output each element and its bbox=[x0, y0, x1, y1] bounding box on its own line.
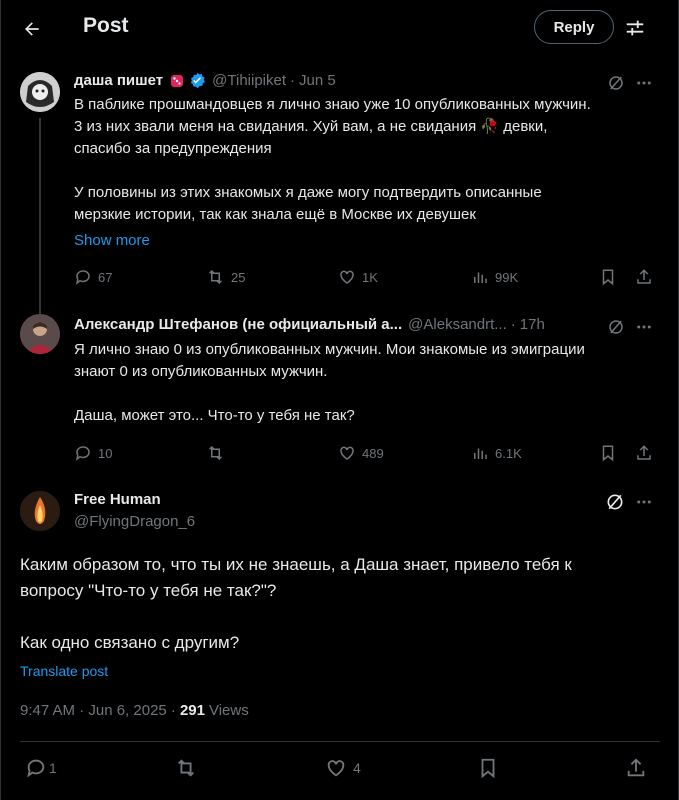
repost-count: 25 bbox=[231, 269, 246, 285]
translate-post-link[interactable]: Translate post bbox=[20, 663, 108, 679]
reply-icon bbox=[75, 446, 90, 461]
reply-action[interactable]: 67 bbox=[74, 268, 112, 286]
heart-icon bbox=[327, 760, 345, 777]
heart-icon bbox=[340, 446, 354, 460]
avatar[interactable] bbox=[20, 72, 60, 112]
views-chart-icon bbox=[474, 448, 487, 459]
reply-count: 67 bbox=[98, 269, 113, 285]
tweet-date[interactable]: Jun 5 bbox=[299, 72, 336, 89]
page-title: Post bbox=[83, 14, 129, 37]
post-timestamp[interactable]: 9:47 AM · Jun 6, 2025 · bbox=[20, 702, 176, 719]
filter-sliders-icon[interactable] bbox=[621, 14, 649, 42]
tweet2-header: Александр Штефанов (не официальный а... … bbox=[74, 316, 545, 333]
views-chart-icon bbox=[474, 272, 487, 283]
repost-icon bbox=[208, 445, 223, 461]
like-action[interactable]: 4 bbox=[325, 757, 361, 779]
die-emoji-icon bbox=[169, 73, 185, 89]
author-handle[interactable]: @Aleksandrt... bbox=[408, 316, 507, 333]
author-name[interactable]: Александр Штефанов (не официальный а... bbox=[74, 316, 402, 333]
like-action[interactable]: 1K bbox=[338, 268, 378, 286]
separator-dot: · bbox=[510, 316, 516, 333]
more-options-icon[interactable] bbox=[633, 72, 655, 94]
post-views-label: Views bbox=[208, 702, 249, 719]
reply-count: 1 bbox=[49, 760, 57, 776]
separator-dot: · bbox=[290, 72, 296, 89]
reply-action[interactable]: 10 bbox=[74, 444, 112, 462]
views-action[interactable]: 99K bbox=[471, 268, 518, 286]
repost-icon bbox=[208, 269, 223, 285]
bookmark-icon[interactable] bbox=[477, 757, 499, 779]
bookmark-icon[interactable] bbox=[599, 444, 617, 462]
reply-icon bbox=[27, 759, 45, 778]
reply-count: 10 bbox=[98, 445, 113, 461]
reply-action[interactable]: 1 bbox=[25, 757, 57, 779]
views-count: 99K bbox=[495, 269, 519, 285]
repost-action[interactable] bbox=[206, 444, 231, 462]
verified-badge-icon bbox=[189, 72, 206, 89]
share-icon[interactable] bbox=[635, 444, 653, 462]
grok-icon[interactable] bbox=[605, 72, 627, 94]
tweet1-header: даша пишет @Tihiipiket · Jun 5 bbox=[74, 72, 336, 89]
reply-button[interactable]: Reply bbox=[534, 10, 614, 44]
like-count: 4 bbox=[353, 760, 361, 776]
author-handle[interactable]: @Tihiipiket bbox=[212, 72, 286, 89]
share-icon[interactable] bbox=[625, 757, 647, 779]
avatar[interactable] bbox=[20, 314, 60, 354]
grok-icon[interactable] bbox=[603, 490, 627, 514]
header: Post Reply bbox=[1, 0, 679, 56]
share-icon[interactable] bbox=[635, 268, 653, 286]
tweet-date[interactable]: 17h bbox=[520, 316, 545, 333]
main-post-text: Каким образом то, что ты их не знаешь, а… bbox=[20, 555, 572, 652]
thread-line bbox=[39, 118, 41, 314]
repost-action[interactable] bbox=[174, 757, 204, 779]
back-arrow-icon[interactable] bbox=[15, 12, 49, 46]
like-action[interactable]: 489 bbox=[338, 444, 384, 462]
more-options-icon[interactable] bbox=[633, 490, 655, 514]
post-meta: 9:47 AM · Jun 6, 2025 · 291 Views bbox=[20, 702, 249, 719]
author-handle[interactable]: @FlyingDragon_6 bbox=[74, 513, 195, 530]
repost-icon bbox=[178, 759, 194, 777]
grok-icon[interactable] bbox=[605, 316, 627, 338]
tweet1-text: В паблике прошмандовцев я лично знаю уже… bbox=[74, 96, 591, 223]
show-more-link[interactable]: Show more bbox=[74, 232, 150, 249]
heart-icon bbox=[340, 270, 354, 284]
more-options-icon[interactable] bbox=[633, 316, 655, 338]
avatar[interactable] bbox=[20, 491, 60, 531]
author-name[interactable]: Free Human bbox=[74, 491, 161, 508]
tweet3-name-row: Free Human bbox=[74, 491, 161, 508]
repost-action[interactable]: 25 bbox=[206, 268, 245, 286]
like-count: 489 bbox=[362, 445, 384, 461]
reply-icon bbox=[75, 270, 90, 285]
divider bbox=[20, 741, 660, 742]
views-action[interactable]: 6.1K bbox=[471, 444, 522, 462]
bookmark-icon[interactable] bbox=[599, 268, 617, 286]
tweet3-handle-row: @FlyingDragon_6 bbox=[74, 513, 195, 530]
like-count: 1K bbox=[362, 269, 378, 285]
post-page: Post Reply даша пишет @Tihiipiket · Jun … bbox=[0, 0, 679, 800]
author-name[interactable]: даша пишет bbox=[74, 72, 163, 89]
tweet2-text: Я лично знаю 0 из опубликованных мужчин.… bbox=[74, 341, 585, 424]
post-views-count: 291 bbox=[179, 702, 205, 719]
views-count: 6.1K bbox=[495, 445, 522, 461]
